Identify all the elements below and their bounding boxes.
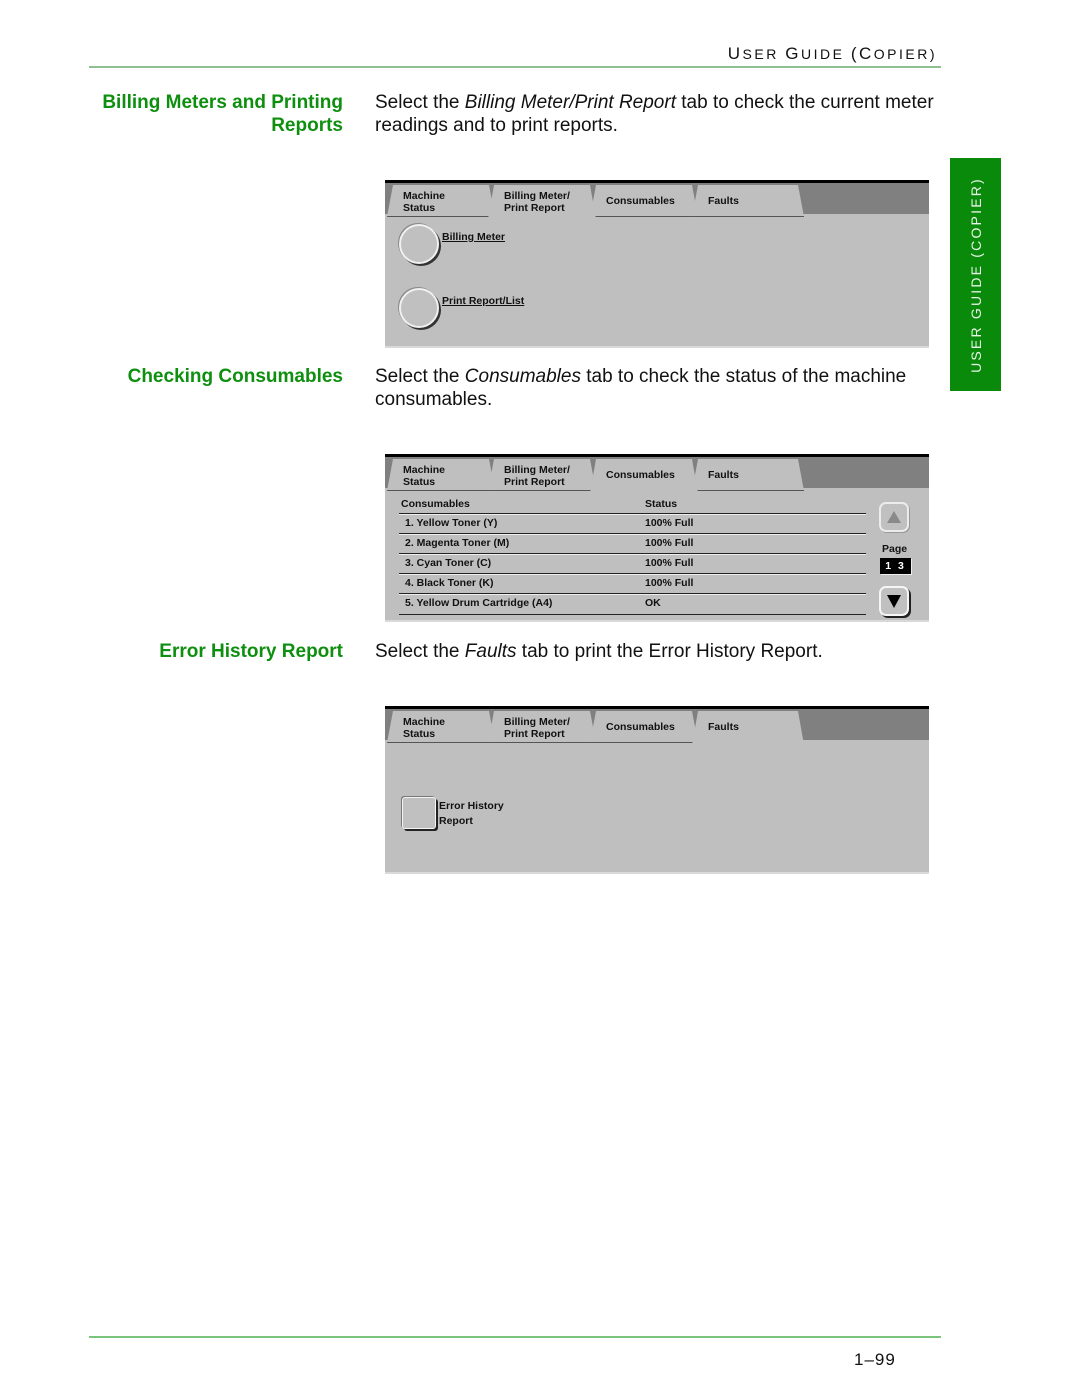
print-report-list-button[interactable] [399,288,439,328]
error-history-report-button[interactable] [402,797,436,829]
billing-meter-label[interactable]: Billing Meter [442,231,505,243]
tab-bar: Machine Status Billing Meter/Print Report… [385,454,929,488]
page-indicator: 1 3 [880,558,911,574]
print-report-list-label[interactable]: Print Report/List [442,295,524,307]
tab-consumables[interactable]: Consumables [590,185,698,217]
side-tab-label: USER GUIDE (COPIER) [967,176,984,373]
error-history-report-label[interactable]: Error History Report [439,799,504,829]
billing-meter-button[interactable] [399,224,439,264]
tab-bar: Machine Status Billing Meter/Print Report… [385,706,929,740]
section-heading-billing: Billing Meters and Printing Reports [102,92,343,136]
tab-billing-meter-print-report[interactable]: Billing Meter/Print Report [488,459,596,491]
header-rule [89,66,941,68]
tab-faults[interactable]: Faults [692,711,804,745]
running-header: USER GUIDE (COPIER) [727,44,937,63]
section-body-consumables: Select the Consumables tab to check the … [375,366,907,410]
tab-billing-meter-print-report[interactable]: Billing Meter/Print Report [488,185,596,219]
table-row: 2. Magenta Toner (M) 100% Full [399,533,866,554]
triangle-up-icon [887,511,901,523]
tab-faults[interactable]: Faults [692,459,804,491]
table-row: 5. Yellow Drum Cartridge (A4) OK [399,593,866,615]
billing-meter-screen: Machine Status Billing Meter/Print Report… [385,180,929,348]
page-down-button[interactable] [879,586,909,616]
column-header-status: Status [645,498,678,510]
section-heading-consumables: Checking Consumables [127,366,343,387]
table-row: 4. Black Toner (K) 100% Full [399,573,866,594]
triangle-down-icon [887,595,901,608]
section-heading-error-history: Error History Report [159,641,343,662]
tab-consumables[interactable]: Consumables [590,459,698,493]
tab-bar: Machine Status Billing Meter/Print Report… [385,180,929,214]
table-row: 1. Yellow Toner (Y) 100% Full [399,513,866,534]
page-up-button[interactable] [879,502,909,532]
column-header-consumables: Consumables [401,498,470,510]
tab-machine-status[interactable]: Machine Status [387,459,495,491]
footer-rule [89,1336,941,1338]
page-label: Page [882,543,908,555]
tab-machine-status[interactable]: Machine Status [387,711,495,743]
consumables-screen: Machine Status Billing Meter/Print Report… [385,454,929,622]
tab-faults[interactable]: Faults [692,185,804,217]
section-body-error-history: Select the Faults tab to print the Error… [375,641,823,662]
side-chapter-tab: USER GUIDE (COPIER) [950,158,1001,391]
faults-screen: Machine Status Billing Meter/Print Report… [385,706,929,874]
tab-machine-status[interactable]: Machine Status [387,185,495,217]
tab-consumables[interactable]: Consumables [590,711,698,743]
table-row: 3. Cyan Toner (C) 100% Full [399,553,866,574]
section-body-billing: Select the Billing Meter/Print Report ta… [375,92,934,136]
page-number: 1–99 [854,1350,896,1369]
tab-billing-meter-print-report[interactable]: Billing Meter/Print Report [488,711,596,743]
